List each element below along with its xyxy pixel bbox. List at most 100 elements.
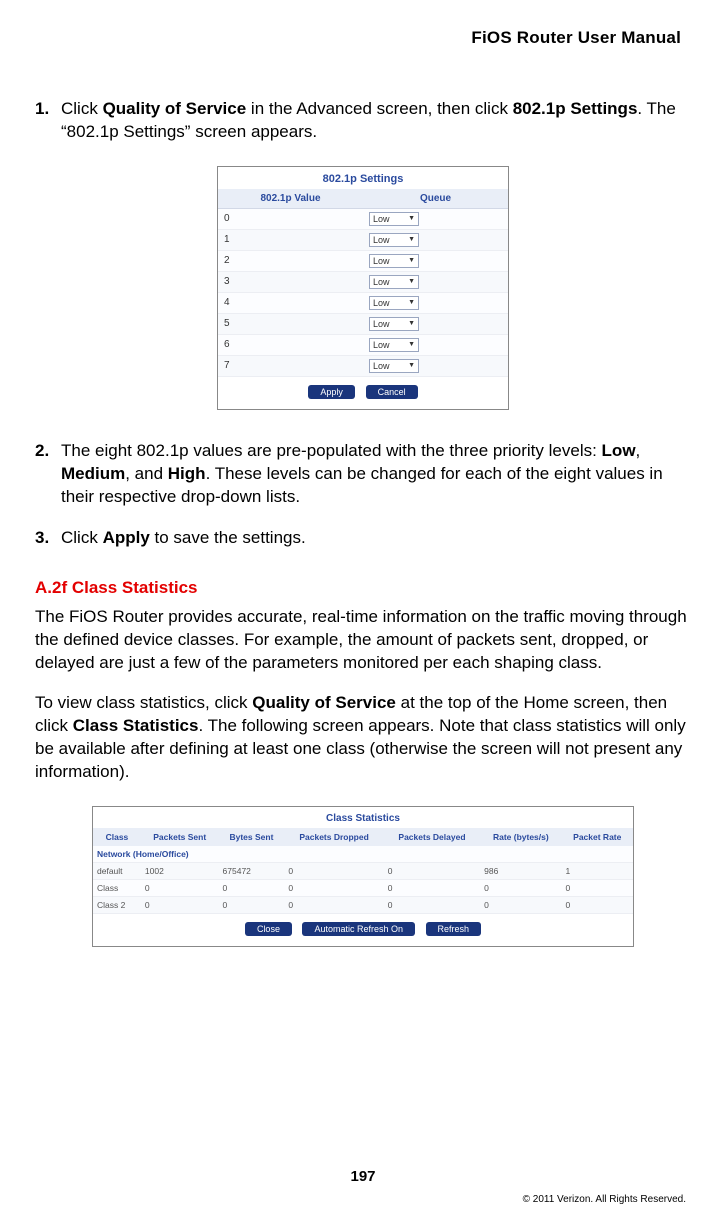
p2-bold-qos: Quality of Service — [252, 693, 396, 712]
figure-8021p-settings: 802.1p Settings 802.1p Value Queue 0Low▼… — [35, 166, 691, 410]
cell: 986 — [480, 863, 561, 880]
figstats-col-bytes-sent: Bytes Sent — [219, 828, 285, 846]
apply-button[interactable]: Apply — [308, 385, 355, 399]
step-1-pre: Click — [61, 99, 103, 118]
page-header-title: FiOS Router User Manual — [35, 0, 691, 48]
chevron-down-icon: ▼ — [408, 320, 415, 327]
cell: 0 — [141, 897, 219, 914]
cancel-button[interactable]: Cancel — [366, 385, 418, 399]
queue-select-6[interactable]: Low▼ — [369, 338, 419, 352]
figstats-col-packets-delayed: Packets Delayed — [384, 828, 480, 846]
fig-8021p-row-val: 6 — [218, 334, 363, 355]
queue-select-6-label: Low — [373, 340, 390, 350]
queue-select-2-label: Low — [373, 256, 390, 266]
section-heading-class-statistics: A.2f Class Statistics — [35, 578, 691, 598]
fig-8021p-row-val: 4 — [218, 292, 363, 313]
figstats-col-packets-sent: Packets Sent — [141, 828, 219, 846]
chevron-down-icon: ▼ — [408, 215, 415, 222]
queue-select-5-label: Low — [373, 319, 390, 329]
class-statistics-para-2: To view class statistics, click Quality … — [35, 692, 691, 784]
cell: 0 — [562, 897, 633, 914]
step-1-mid: in the Advanced screen, then click — [246, 99, 513, 118]
page-number: 197 — [0, 1168, 726, 1185]
queue-select-1[interactable]: Low▼ — [369, 233, 419, 247]
fig-8021p-row-val: 7 — [218, 355, 363, 376]
cell: Class 2 — [93, 897, 141, 914]
queue-select-5[interactable]: Low ▼ — [369, 317, 419, 331]
queue-select-0[interactable]: Low ▼ — [369, 212, 419, 226]
step-2-bold-low: Low — [602, 441, 636, 460]
step-2: 2. The eight 802.1p values are pre-popul… — [35, 440, 691, 509]
chevron-down-icon: ▼ — [408, 362, 415, 369]
figstats-table: Class Packets Sent Bytes Sent Packets Dr… — [93, 828, 633, 914]
step-2-sep1: , — [636, 441, 641, 460]
step-3: 3. Click Apply to save the settings. — [35, 527, 691, 550]
fig-8021p-row-val: 5 — [218, 313, 363, 334]
figstats-col-rate: Rate (bytes/s) — [480, 828, 561, 846]
cell: 1 — [562, 863, 633, 880]
refresh-button[interactable]: Refresh — [426, 922, 482, 936]
step-1-number: 1. — [35, 98, 61, 144]
queue-select-2[interactable]: Low ▼ — [369, 254, 419, 268]
queue-select-3-label: Low — [373, 277, 390, 287]
table-row: default 1002 675472 0 0 986 1 — [93, 863, 633, 880]
cell: 0 — [384, 897, 480, 914]
figstats-col-class: Class — [93, 828, 141, 846]
fig-8021p-row-val: 0 — [218, 208, 363, 229]
cell: 0 — [562, 880, 633, 897]
figstats-title: Class Statistics — [93, 807, 633, 828]
cell: 0 — [384, 880, 480, 897]
footer-copyright: © 2011 Verizon. All Rights Reserved. — [523, 1194, 686, 1205]
fig-8021p-title: 802.1p Settings — [218, 167, 508, 189]
step-1-bold-8021p: 802.1p Settings — [513, 99, 638, 118]
step-2-text: The eight 802.1p values are pre-populate… — [61, 440, 691, 509]
chevron-down-icon: ▼ — [408, 278, 415, 285]
figure-class-statistics: Class Statistics Class Packets Sent Byte… — [35, 806, 691, 947]
fig-8021p-row-val: 3 — [218, 271, 363, 292]
chevron-down-icon: ▼ — [408, 257, 415, 264]
queue-select-7[interactable]: Low ▼ — [369, 359, 419, 373]
queue-select-7-label: Low — [373, 361, 390, 371]
step-3-number: 3. — [35, 527, 61, 550]
step-3-pre: Click — [61, 528, 103, 547]
fig-8021p-row-val: 2 — [218, 250, 363, 271]
step-3-text: Click Apply to save the settings. — [61, 527, 691, 550]
queue-select-4[interactable]: Low ▼ — [369, 296, 419, 310]
step-2-number: 2. — [35, 440, 61, 509]
queue-select-4-label: Low — [373, 298, 390, 308]
step-2-bold-medium: Medium — [61, 464, 125, 483]
fig-8021p-col-queue: Queue — [363, 189, 508, 209]
step-1: 1. Click Quality of Service in the Advan… — [35, 98, 691, 144]
fig-8021p-row-val: 1 — [218, 229, 363, 250]
cell: 0 — [480, 897, 561, 914]
cell: 0 — [219, 880, 285, 897]
figstats-network-row: Network (Home/Office) — [93, 846, 633, 863]
cell: 0 — [284, 863, 383, 880]
p2-bold-classstats: Class Statistics — [73, 716, 199, 735]
queue-select-1-label: Low — [373, 235, 390, 245]
figstats-col-packets-dropped: Packets Dropped — [284, 828, 383, 846]
step-2-sep2: , and — [125, 464, 168, 483]
auto-refresh-button[interactable]: Automatic Refresh On — [302, 922, 415, 936]
step-2-pre: The eight 802.1p values are pre-populate… — [61, 441, 602, 460]
step-1-bold-qos: Quality of Service — [103, 99, 247, 118]
cell: Class — [93, 880, 141, 897]
cell: 0 — [284, 880, 383, 897]
cell: 0 — [284, 897, 383, 914]
p2-pre: To view class statistics, click — [35, 693, 252, 712]
chevron-down-icon: ▼ — [408, 299, 415, 306]
cell: 0 — [141, 880, 219, 897]
cell: 1002 — [141, 863, 219, 880]
step-3-post: to save the settings. — [150, 528, 306, 547]
cell: default — [93, 863, 141, 880]
queue-select-0-label: Low — [373, 214, 390, 224]
cell: 675472 — [219, 863, 285, 880]
fig-8021p-table: 802.1p Value Queue 0Low▼ 1Low▼ 2Low▼ 3Lo… — [218, 189, 508, 377]
cell: 0 — [219, 897, 285, 914]
table-row: Class 0 0 0 0 0 0 — [93, 880, 633, 897]
queue-select-3[interactable]: Low ▼ — [369, 275, 419, 289]
figstats-col-packet-rate: Packet Rate — [562, 828, 633, 846]
close-button[interactable]: Close — [245, 922, 292, 936]
step-3-bold-apply: Apply — [103, 528, 150, 547]
step-1-text: Click Quality of Service in the Advanced… — [61, 98, 691, 144]
